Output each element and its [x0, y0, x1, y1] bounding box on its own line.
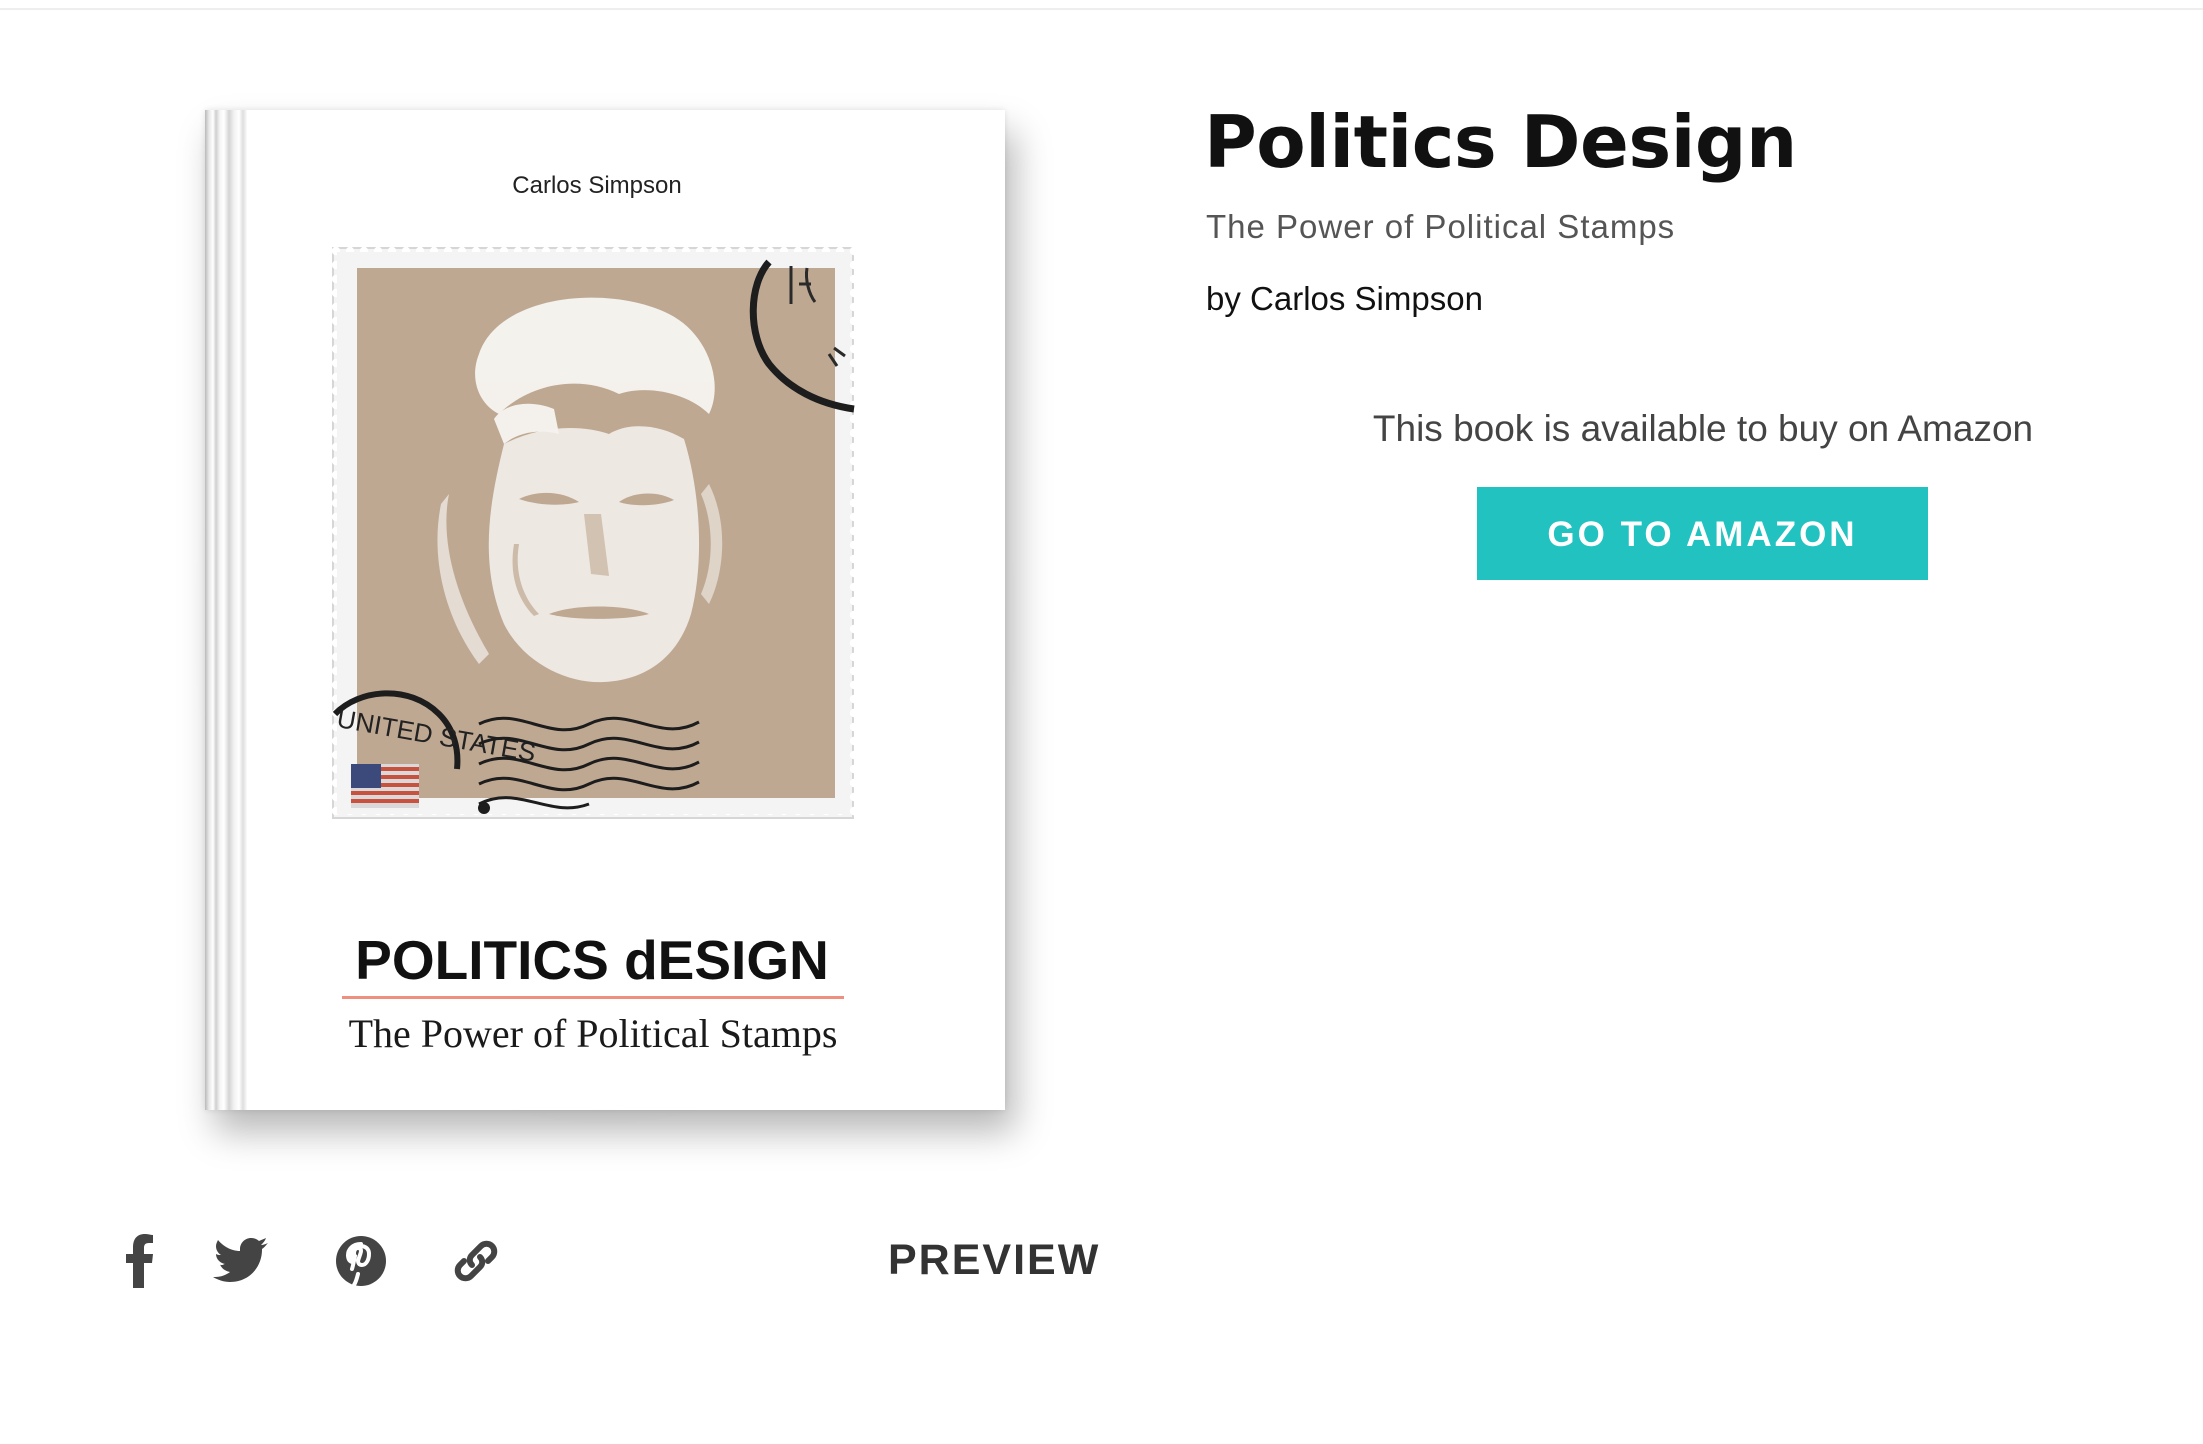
go-to-amazon-button[interactable]: GO TO AMAZON: [1477, 487, 1928, 580]
top-divider: [0, 8, 2203, 10]
cover-subtitle: The Power of Political Stamps: [348, 1011, 838, 1056]
book-subtitle: The Power of Political Stamps: [1206, 208, 1676, 245]
pinterest-icon[interactable]: [330, 1230, 392, 1292]
twitter-icon[interactable]: [210, 1230, 272, 1292]
link-icon[interactable]: [445, 1230, 507, 1292]
preview-link[interactable]: PREVIEW: [888, 1236, 1100, 1285]
book-cover: Carlos Simpson UNITED STATES POLITICS dE…: [205, 110, 1005, 1110]
postmark-flag: [351, 764, 419, 808]
facebook-icon[interactable]: [110, 1230, 172, 1292]
cover-title-rule: [342, 996, 844, 999]
stamp-illustration: UNITED STATES: [329, 244, 857, 822]
book-author: by Carlos Simpson: [1206, 280, 1483, 317]
book-title-heading: Politics Design: [1204, 100, 1797, 184]
book-spine: [205, 110, 247, 1110]
cover-title: POLITICS dESIGN: [355, 929, 829, 991]
cover-author: Carlos Simpson: [512, 172, 682, 199]
availability-text: This book is available to buy on Amazon: [1372, 408, 2034, 449]
book-detail-page: Carlos Simpson UNITED STATES POLITICS dE…: [0, 0, 2203, 1444]
